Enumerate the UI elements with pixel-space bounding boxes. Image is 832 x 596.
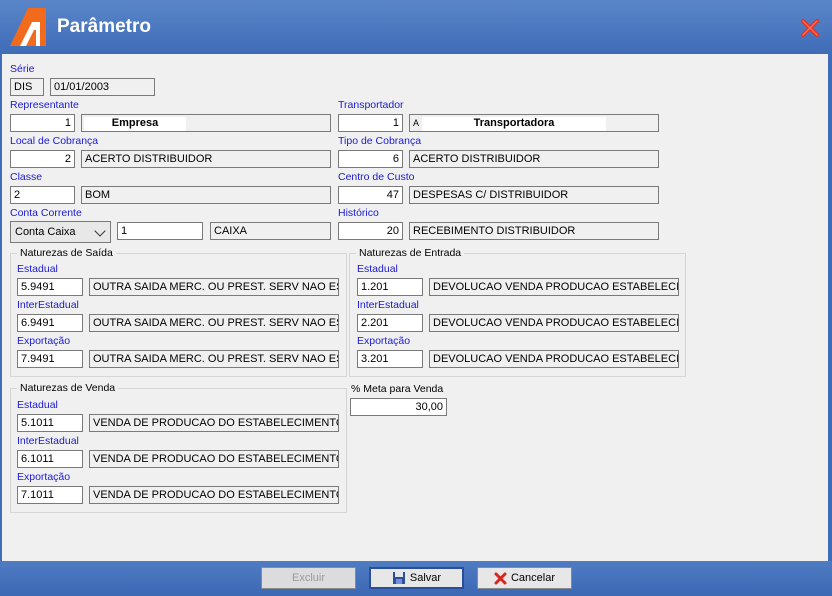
naturezas-venda-title: Naturezas de Venda (17, 382, 119, 394)
meta-venda-field[interactable]: 30,00 (350, 398, 447, 416)
venda-estadual-code-field[interactable]: 5.1011 (17, 414, 83, 432)
venda-exportacao-code-field[interactable]: 7.1011 (17, 486, 83, 504)
saida-interestadual-desc-field[interactable]: OUTRA SAIDA MERC. OU PREST. SERV NAO ES (89, 314, 339, 332)
conta-corrente-type-value: Conta Caixa (15, 226, 76, 238)
transportador-code-field[interactable]: 1 (338, 114, 403, 132)
saida-estadual-desc-field[interactable]: OUTRA SAIDA MERC. OU PREST. SERV NAO ES (89, 278, 339, 296)
saida-estadual-label: Estadual (17, 263, 58, 275)
historico-name-field[interactable]: RECEBIMENTO DISTRIBUIDOR (409, 222, 659, 240)
historico-label: Histórico (338, 207, 379, 219)
transportador-label: Transportador (338, 99, 404, 111)
classe-name-field[interactable]: BOM (81, 186, 331, 204)
venda-interestadual-code-field[interactable]: 6.1011 (17, 450, 83, 468)
window-title: Parâmetro (57, 16, 151, 37)
historico-code-field[interactable]: 20 (338, 222, 403, 240)
salvar-button[interactable]: Salvar (369, 567, 464, 589)
entrada-estadual-desc-field[interactable]: DEVOLUCAO VENDA PRODUCAO ESTABELECIM (429, 278, 679, 296)
window-border-left (0, 54, 2, 561)
entrada-interestadual-code-field[interactable]: 2.201 (357, 314, 423, 332)
centro-custo-code-field[interactable]: 47 (338, 186, 403, 204)
serie-code-field[interactable]: DIS (10, 78, 44, 96)
entrada-interestadual-desc-field[interactable]: DEVOLUCAO VENDA PRODUCAO ESTABELECIM (429, 314, 679, 332)
conta-corrente-name-field[interactable]: CAIXA (210, 222, 331, 240)
representante-name-field[interactable]: Empresa (81, 114, 331, 132)
centro-custo-label: Centro de Custo (338, 171, 415, 183)
meta-venda-label: % Meta para Venda (351, 383, 444, 395)
entrada-estadual-label: Estadual (357, 263, 398, 275)
local-cobranca-name-field[interactable]: ACERTO DISTRIBUIDOR (81, 150, 331, 168)
serie-date-field[interactable]: 01/01/2003 (50, 78, 155, 96)
local-cobranca-label: Local de Cobrança (10, 135, 99, 147)
venda-estadual-label: Estadual (17, 399, 58, 411)
centro-custo-name-field[interactable]: DESPESAS C/ DISTRIBUIDOR (409, 186, 659, 204)
excluir-button[interactable]: Excluir (261, 567, 356, 589)
app-logo-icon (10, 8, 46, 46)
close-icon[interactable] (798, 16, 822, 40)
venda-exportacao-label: Exportação (17, 471, 71, 483)
transportador-prefix: A (413, 118, 420, 128)
chevron-down-icon (94, 225, 106, 237)
venda-interestadual-label: InterEstadual (17, 435, 79, 447)
saida-estadual-code-field[interactable]: 5.9491 (17, 278, 83, 296)
cancelar-button-label: Cancelar (510, 572, 556, 584)
entrada-interestadual-label: InterEstadual (357, 299, 419, 311)
entrada-exportacao-desc-field[interactable]: DEVOLUCAO VENDA PRODUCAO ESTABELECIM (429, 350, 679, 368)
representante-name: Empresa (111, 117, 159, 129)
conta-corrente-label: Conta Corrente (10, 207, 82, 219)
classe-label: Classe (10, 171, 43, 183)
tipo-cobranca-name-field[interactable]: ACERTO DISTRIBUIDOR (409, 150, 659, 168)
saida-interestadual-code-field[interactable]: 6.9491 (17, 314, 83, 332)
tipo-cobranca-code-field[interactable]: 6 (338, 150, 403, 168)
cancelar-button[interactable]: Cancelar (477, 567, 572, 589)
venda-estadual-desc-field[interactable]: VENDA DE PRODUCAO DO ESTABELECIMENTO (89, 414, 339, 432)
transportador-name: Transportadora (473, 117, 555, 129)
saida-exportacao-desc-field[interactable]: OUTRA SAIDA MERC. OU PREST. SERV NAO ES (89, 350, 339, 368)
entrada-estadual-code-field[interactable]: 1.201 (357, 278, 423, 296)
entrada-exportacao-label: Exportação (357, 335, 411, 347)
salvar-button-label: Salvar (409, 572, 442, 584)
local-cobranca-code-field[interactable]: 2 (10, 150, 75, 168)
saida-exportacao-code-field[interactable]: 7.9491 (17, 350, 83, 368)
conta-corrente-type-select[interactable]: Conta Caixa (10, 221, 111, 243)
excluir-button-label: Excluir (291, 572, 325, 584)
saida-interestadual-label: InterEstadual (17, 299, 79, 311)
saida-exportacao-label: Exportação (17, 335, 71, 347)
conta-corrente-code-field[interactable]: 1 (117, 222, 203, 240)
naturezas-saida-title: Naturezas de Saída (17, 247, 116, 259)
serie-label: Série (10, 63, 35, 75)
save-icon (392, 572, 405, 585)
venda-exportacao-desc-field[interactable]: VENDA DE PRODUCAO DO ESTABELECIMENTO (89, 486, 339, 504)
tipo-cobranca-label: Tipo de Cobrança (338, 135, 422, 147)
cancel-icon (494, 572, 507, 585)
title-bar: Parâmetro (0, 0, 832, 54)
window-border-right (828, 54, 832, 561)
representante-label: Representante (10, 99, 79, 111)
representante-code-field[interactable]: 1 (10, 114, 75, 132)
transportador-name-field[interactable]: A Transportadora (409, 114, 659, 132)
entrada-exportacao-code-field[interactable]: 3.201 (357, 350, 423, 368)
classe-code-field[interactable]: 2 (10, 186, 75, 204)
venda-interestadual-desc-field[interactable]: VENDA DE PRODUCAO DO ESTABELECIMENTO (89, 450, 339, 468)
naturezas-entrada-title: Naturezas de Entrada (356, 247, 465, 259)
